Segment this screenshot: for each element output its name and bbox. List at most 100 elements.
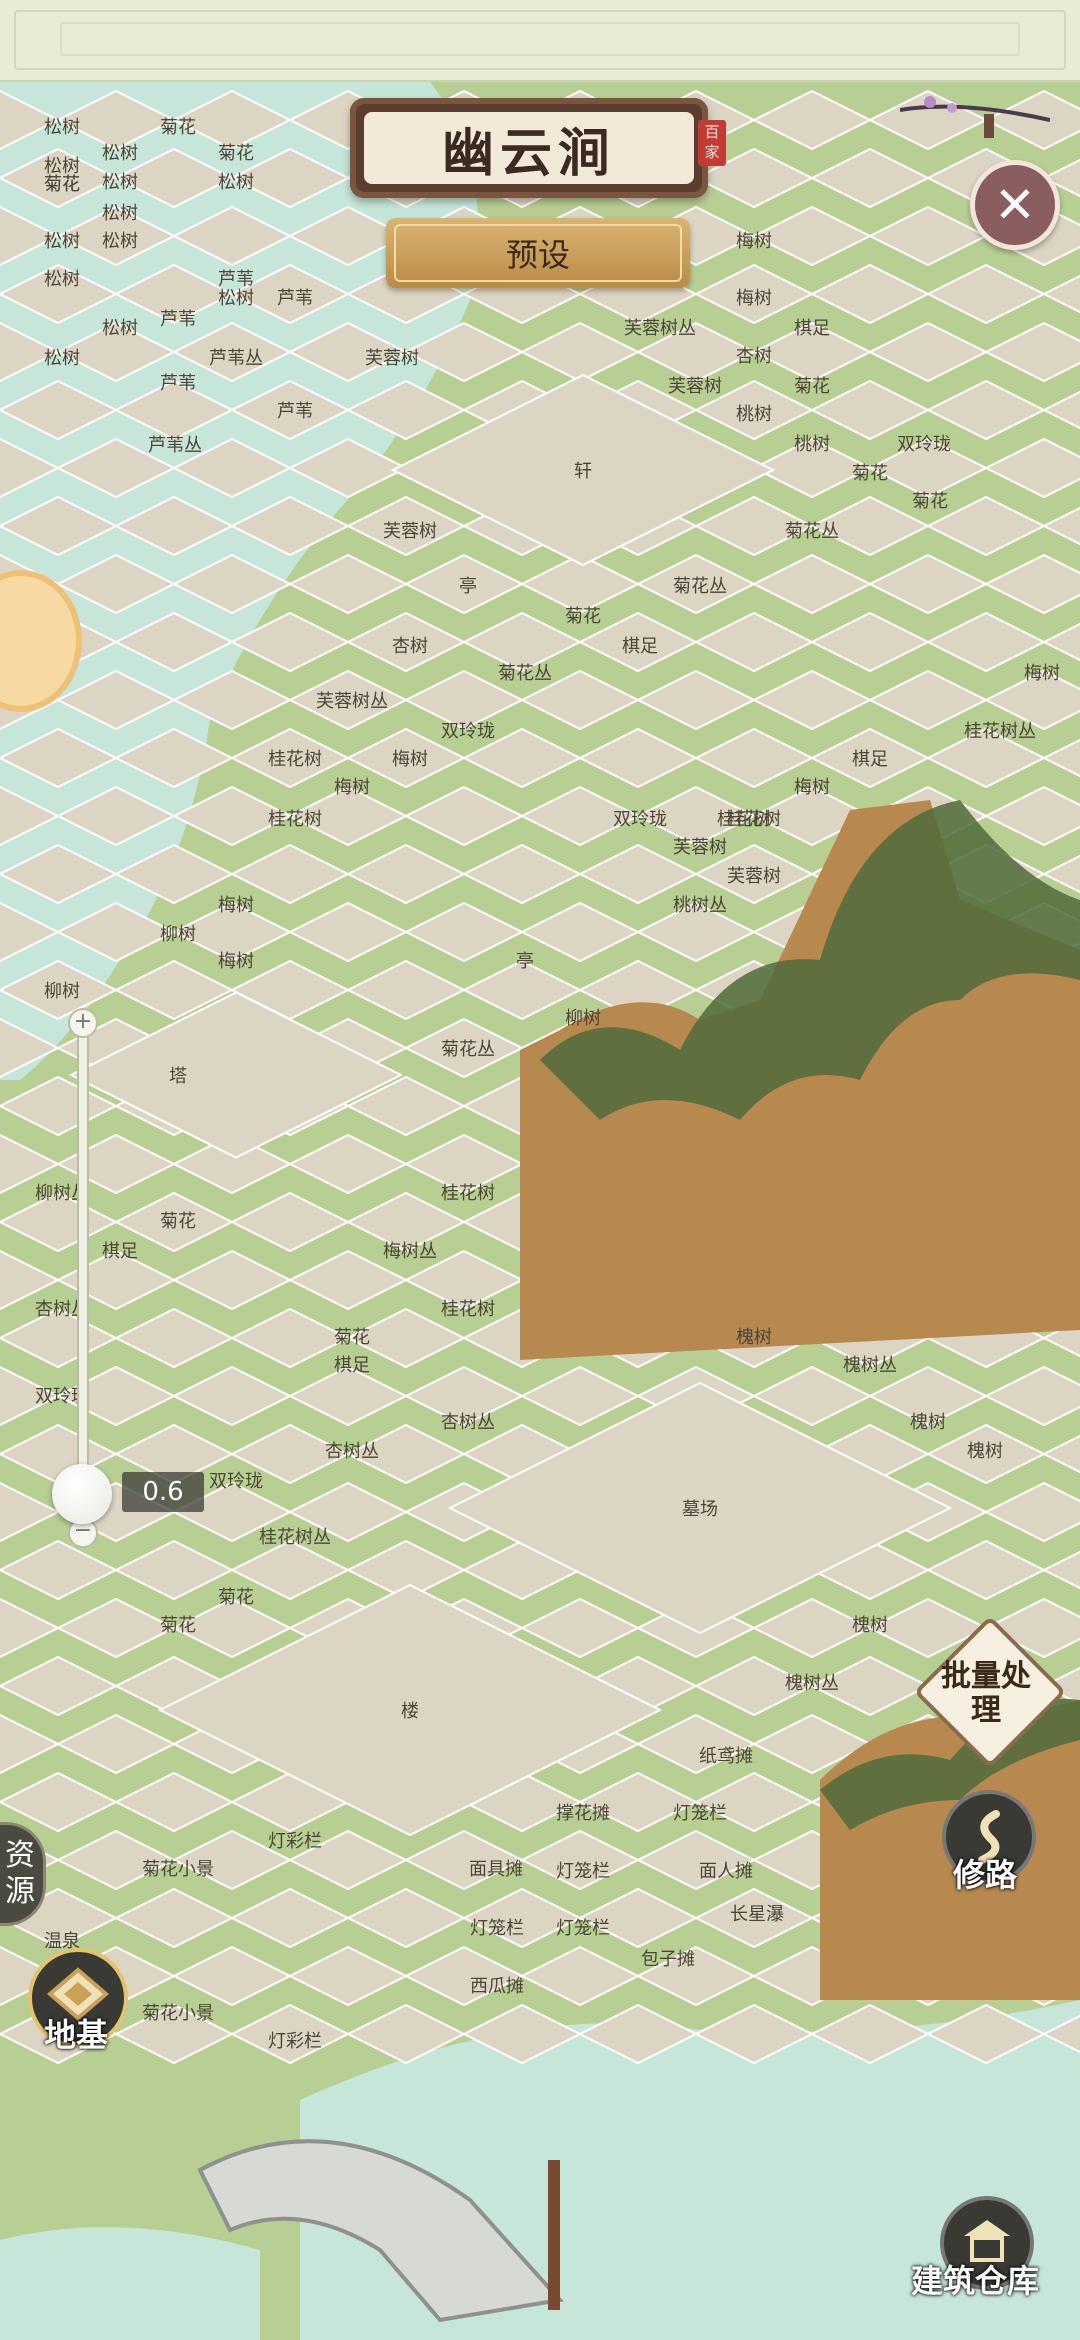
plot-label[interactable]: 面具摊 [469, 1855, 523, 1881]
plot-label[interactable]: 槐树丛 [785, 1669, 839, 1695]
plot-label[interactable]: 松树 [44, 344, 80, 370]
plot-label[interactable]: 杏树丛 [325, 1437, 379, 1463]
plot-label[interactable]: 芙蓉树 [668, 372, 722, 398]
plot-label[interactable]: 梅树 [736, 227, 772, 253]
plot-label[interactable]: 菊花小景 [142, 1855, 214, 1881]
plot-label[interactable]: 菊花 [44, 170, 80, 196]
plot-label[interactable]: 菊花 [160, 1207, 196, 1233]
plot-label[interactable]: 松树 [102, 199, 138, 225]
plot-label[interactable]: 松树 [218, 168, 254, 194]
plot-label[interactable]: 撑花摊 [556, 1799, 610, 1825]
plot-label[interactable]: 松树 [44, 265, 80, 291]
plot-label[interactable]: 桃树 [794, 430, 830, 456]
game-map[interactable]: 松树 菊花 松树 菊花 菊花 松树 松树 松树 菊花 松树 松树 松树 松树 芦苇 松树 松树 芦苇 芦苇丛 松树芦… [0, 0, 1080, 2340]
plot-label[interactable]: 棋足 [852, 745, 888, 771]
plot-label[interactable]: 松树 [102, 168, 138, 194]
plot-label[interactable]: 芙蓉树丛 [316, 687, 388, 713]
plot-label[interactable]: 菊花 [218, 1583, 254, 1609]
plot-label[interactable]: 塔 [169, 1062, 187, 1088]
plot-label[interactable]: 杏树丛 [441, 1408, 495, 1434]
plot-label[interactable]: 菊花 [334, 1323, 370, 1349]
plot-label[interactable]: 芦苇 [160, 369, 196, 395]
plot-label[interactable]: 双玲珑 [613, 805, 667, 831]
plot-label[interactable]: 柳树 [160, 920, 196, 946]
plot-label[interactable]: 桃树 [736, 400, 772, 426]
map-canvas[interactable] [0, 0, 1080, 2340]
plot-label[interactable]: 棋足 [334, 1351, 370, 1377]
plot-label[interactable]: 菊花丛 [441, 1035, 495, 1061]
plot-label[interactable]: 灯笼栏 [556, 1914, 610, 1940]
plot-label[interactable]: 桂花树 [268, 745, 322, 771]
plot-label[interactable]: 楼 [401, 1697, 419, 1723]
plot-label[interactable]: 梅树 [218, 891, 254, 917]
plot-label[interactable]: 包子摊 [641, 1945, 695, 1971]
plot-label[interactable]: 菊花 [912, 487, 948, 513]
zoom-in-button[interactable]: + [68, 1008, 98, 1038]
plot-label[interactable]: 棋足 [102, 1237, 138, 1263]
zoom-slider-track[interactable] [77, 1022, 89, 1526]
plot-label[interactable]: 柳树 [44, 977, 80, 1003]
plot-label[interactable]: 槐树 [967, 1437, 1003, 1463]
plot-label[interactable]: 菊花 [218, 139, 254, 165]
plot-label[interactable]: 轩 [574, 457, 592, 483]
plot-label[interactable]: 桃树丛 [673, 891, 727, 917]
plot-label[interactable]: 梅树 [334, 773, 370, 799]
plot-label[interactable]: 棋足 [794, 314, 830, 340]
plot-label[interactable]: 松树 [102, 314, 138, 340]
plot-label[interactable]: 芙蓉树 [365, 344, 419, 370]
plot-label[interactable]: 面人摊 [699, 1857, 753, 1883]
zoom-slider-handle[interactable] [52, 1464, 112, 1524]
plot-label[interactable]: 菊花丛 [673, 572, 727, 598]
plot-label[interactable]: 纸鸢摊 [699, 1742, 753, 1768]
plot-label[interactable]: 梅树丛 [383, 1237, 437, 1263]
plot-label[interactable]: 梅树 [794, 773, 830, 799]
plot-label[interactable]: 芙蓉树丛 [624, 314, 696, 340]
plot-label[interactable]: 菊花 [160, 113, 196, 139]
plot-label[interactable]: 菊花小景 [142, 1999, 214, 2025]
plot-label[interactable]: 桂花树 [441, 1179, 495, 1205]
plot-label[interactable]: 柳树 [565, 1004, 601, 1030]
plot-label[interactable]: 杏树 [736, 342, 772, 368]
plot-label[interactable]: 亭 [516, 947, 534, 973]
plot-label[interactable]: 双玲珑 [441, 717, 495, 743]
plot-label[interactable]: 松树 [218, 284, 254, 310]
plot-label[interactable]: 槐树 [910, 1408, 946, 1434]
plot-label[interactable]: 菊花 [160, 1611, 196, 1637]
plot-label[interactable]: 菊花丛 [785, 517, 839, 543]
plot-label[interactable]: 芙蓉树 [383, 517, 437, 543]
plot-label[interactable]: 菊花 [852, 459, 888, 485]
plot-label[interactable]: 菊花丛 [498, 659, 552, 685]
plot-label[interactable]: 双玲珑 [897, 430, 951, 456]
plot-label[interactable]: 松树 [44, 113, 80, 139]
plot-label[interactable]: 桂花树丛 [964, 717, 1036, 743]
plot-label[interactable]: 亭 [459, 572, 477, 598]
plot-label[interactable]: 梅树 [218, 947, 254, 973]
plot-label[interactable]: 芙蓉树 [673, 833, 727, 859]
plot-label[interactable]: 芙蓉树 [727, 862, 781, 888]
plot-label[interactable]: 菊花 [794, 372, 830, 398]
plot-label[interactable]: 梅树 [392, 745, 428, 771]
plot-label[interactable]: 杏树 [392, 632, 428, 658]
plot-label[interactable]: 双玲珑 [209, 1467, 263, 1493]
plot-label[interactable]: 桂花树 [727, 805, 781, 831]
plot-label[interactable]: 芦苇 [160, 305, 196, 331]
plot-label[interactable]: 棋足 [622, 632, 658, 658]
plot-label[interactable]: 灯笼栏 [673, 1799, 727, 1825]
plot-label[interactable]: 松树 [102, 139, 138, 165]
plot-label[interactable]: 槐树 [852, 1611, 888, 1637]
plot-label[interactable]: 桂花树 [441, 1295, 495, 1321]
plot-label[interactable]: 桂花树丛 [259, 1523, 331, 1549]
plot-label[interactable]: 槐树丛 [843, 1351, 897, 1377]
plot-label[interactable]: 菊花 [565, 602, 601, 628]
plot-label[interactable]: 芦苇丛 [209, 344, 263, 370]
plot-label[interactable]: 芦苇 [277, 397, 313, 423]
preset-button[interactable]: 预设 [386, 218, 690, 288]
plot-label[interactable]: 梅树 [736, 284, 772, 310]
plot-label[interactable]: 松树 [102, 227, 138, 253]
plot-label[interactable]: 长星瀑 [730, 1900, 784, 1926]
plot-label[interactable]: 西瓜摊 [470, 1972, 524, 1998]
plot-label[interactable]: 灯彩栏 [268, 2027, 322, 2053]
plot-label[interactable]: 槐树 [736, 1323, 772, 1349]
plot-label[interactable]: 灯笼栏 [556, 1857, 610, 1883]
close-button[interactable]: ✕ [970, 160, 1060, 250]
